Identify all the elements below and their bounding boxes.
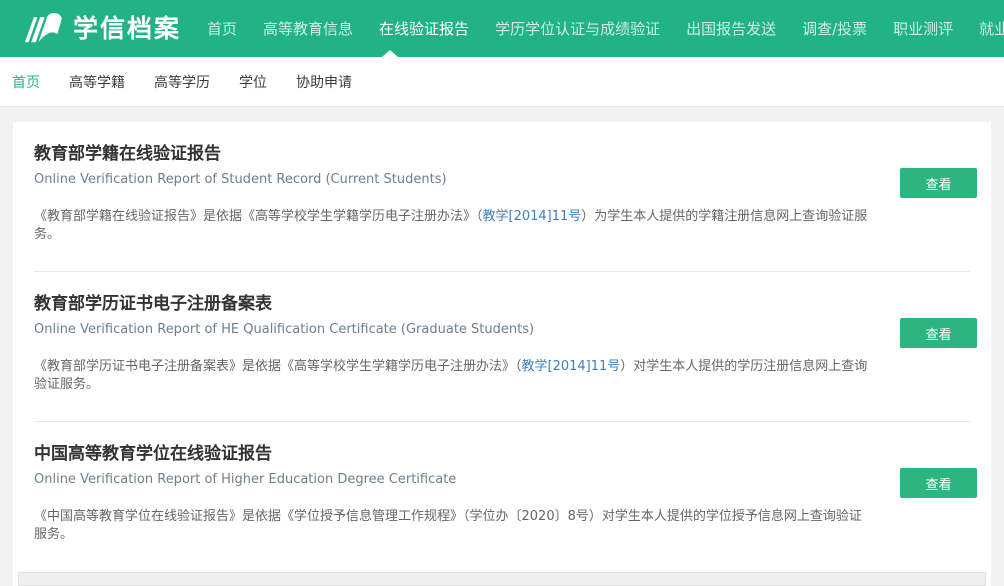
active-tab-indicator <box>382 50 398 57</box>
report-description: 《中国高等教育学位在线验证报告》是依据《学位授予信息管理工作规程》（学位办〔20… <box>34 508 871 571</box>
report-title: 教育部学历证书电子注册备案表 <box>34 293 871 316</box>
nav-item-home[interactable]: 首页 <box>207 18 237 39</box>
nav-item-degree-grade-verification[interactable]: 学历学位认证与成绩验证 <box>495 18 660 39</box>
report-subtitle-en: Online Verification Report of Student Re… <box>34 172 871 189</box>
report-title: 中国高等教育学位在线验证报告 <box>34 443 871 466</box>
desc-text: 《教育部学籍在线验证报告》是依据《高等学校学生学籍学历电子注册办法》（ <box>34 209 483 224</box>
doc-link[interactable]: 教学[2014]11号 <box>483 209 582 224</box>
sub-nav: 首页 高等学籍 高等学历 学位 协助申请 <box>0 57 1004 107</box>
nav-item-higher-edu-info[interactable]: 高等教育信息 <box>263 18 353 39</box>
logo-text: 学信档案 <box>73 16 181 41</box>
report-subtitle-en: Online Verification Report of HE Qualifi… <box>34 322 871 339</box>
subnav-item-qualification[interactable]: 高等学历 <box>154 72 210 92</box>
nav-item-overseas-report[interactable]: 出国报告发送 <box>686 18 776 39</box>
report-description: 《教育部学历证书电子注册备案表》是依据《高等学校学生学籍学历电子注册办法》（教学… <box>34 358 871 421</box>
doc-link[interactable]: 教学[2014]11号 <box>522 359 621 374</box>
report-section-degree-certificate: 中国高等教育学位在线验证报告 Online Verification Repor… <box>13 422 991 571</box>
report-description: 《教育部学籍在线验证报告》是依据《高等学校学生学籍学历电子注册办法》（教学[20… <box>34 208 871 271</box>
subnav-item-student-record[interactable]: 高等学籍 <box>69 72 125 92</box>
site-logo[interactable]: 学信档案 <box>20 9 181 49</box>
subnav-item-assist-apply[interactable]: 协助申请 <box>296 72 352 92</box>
subnav-item-home[interactable]: 首页 <box>12 72 40 92</box>
report-title: 教育部学籍在线验证报告 <box>34 143 871 166</box>
view-button[interactable]: 查看 <box>900 168 977 198</box>
view-button[interactable]: 查看 <box>900 318 977 348</box>
view-button[interactable]: 查看 <box>900 468 977 498</box>
desc-text: 《教育部学历证书电子注册备案表》是依据《高等学校学生学籍学历电子注册办法》（ <box>34 359 522 374</box>
report-section-qualification-certificate: 教育部学历证书电子注册备案表 Online Verification Repor… <box>13 272 991 421</box>
main-nav: 首页 高等教育信息 在线验证报告 学历学位认证与成绩验证 出国报告发送 调查/投… <box>207 18 1004 39</box>
report-section-student-record: 教育部学籍在线验证报告 Online Verification Report o… <box>13 122 991 271</box>
nav-item-employment[interactable]: 就业 <box>979 18 1004 39</box>
desc-text: 《中国高等教育学位在线验证报告》是依据《学位授予信息管理工作规程》（学位办〔20… <box>34 509 862 542</box>
logo-book-icon <box>20 9 64 49</box>
nav-item-online-verification[interactable]: 在线验证报告 <box>379 18 469 39</box>
reports-card: 教育部学籍在线验证报告 Online Verification Report o… <box>13 122 991 586</box>
top-header: 学信档案 首页 高等教育信息 在线验证报告 学历学位认证与成绩验证 出国报告发送… <box>0 0 1004 57</box>
nav-item-career-test[interactable]: 职业测评 <box>893 18 953 39</box>
subnav-item-degree[interactable]: 学位 <box>239 72 267 92</box>
bottom-panel-edge <box>18 572 986 586</box>
nav-item-survey-vote[interactable]: 调查/投票 <box>802 18 867 39</box>
content-area: 教育部学籍在线验证报告 Online Verification Report o… <box>0 107 1004 586</box>
